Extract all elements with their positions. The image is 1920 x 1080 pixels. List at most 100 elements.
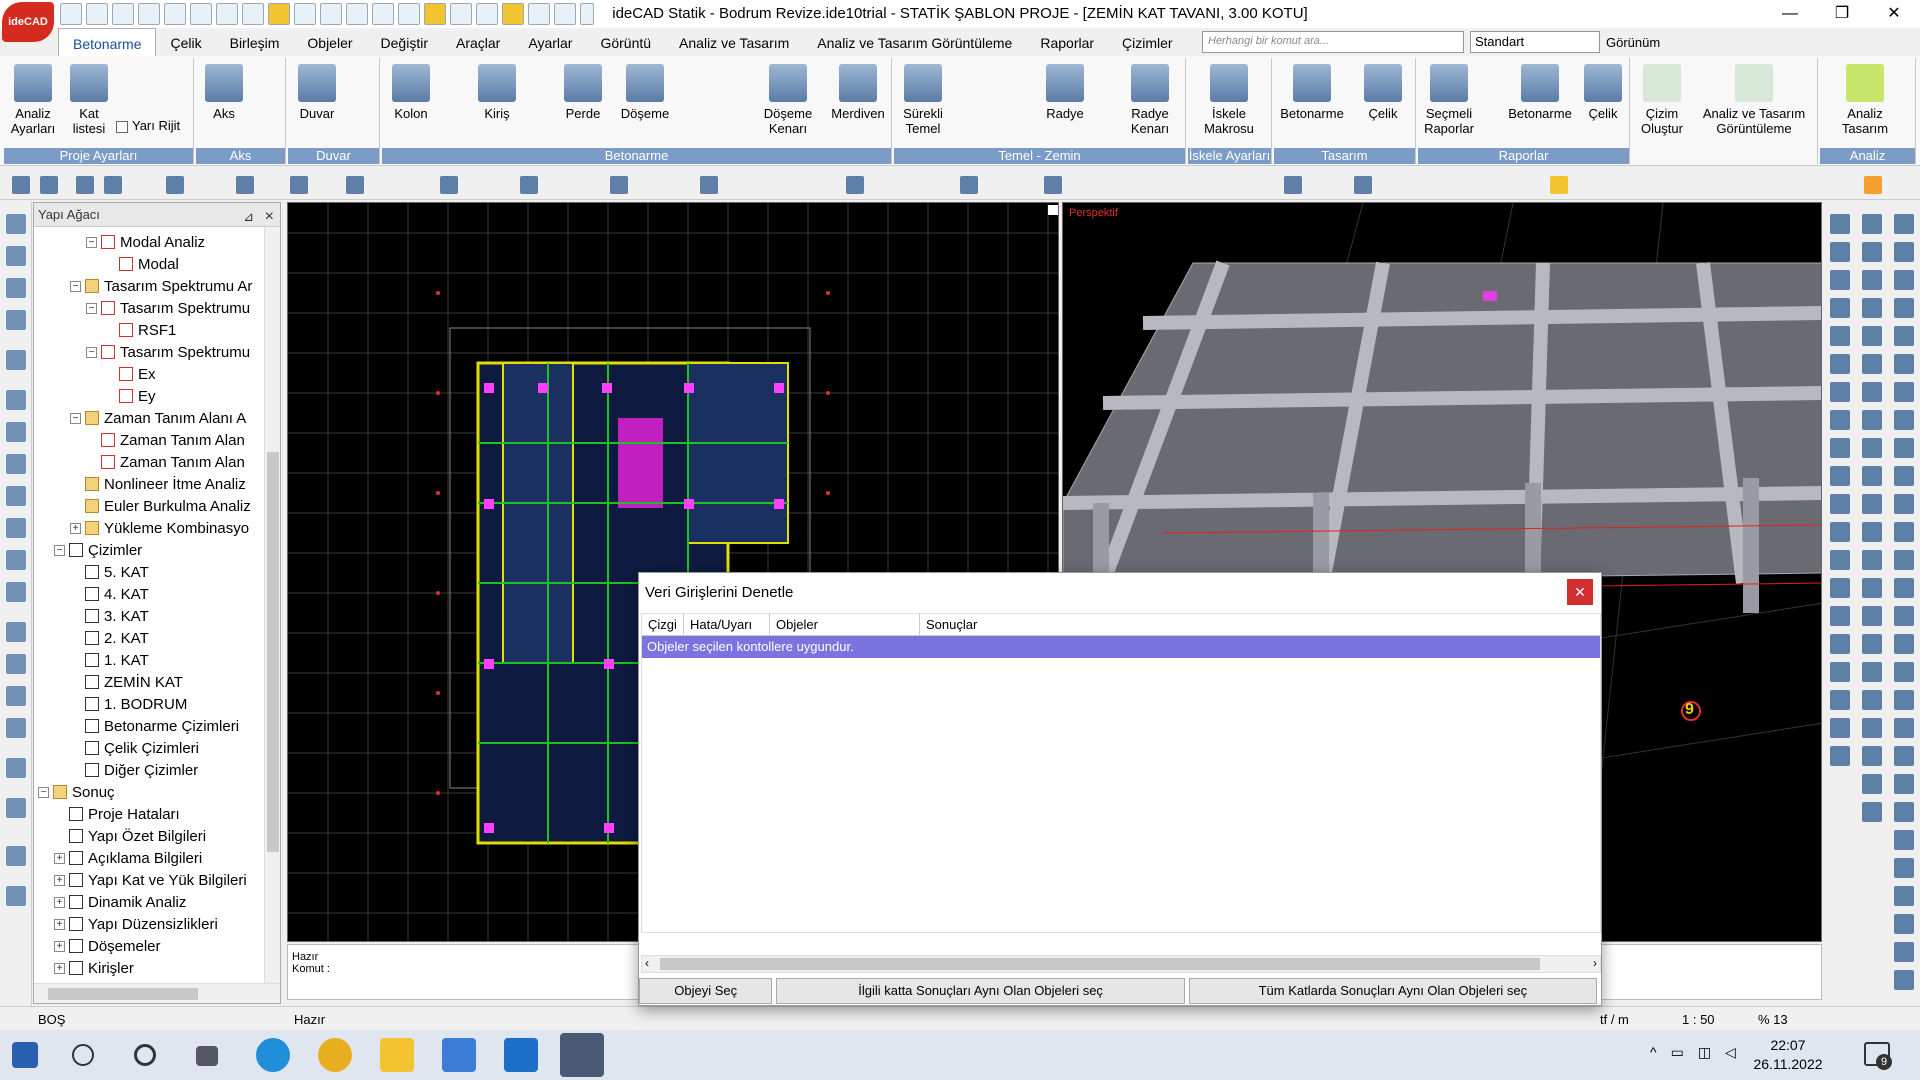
view-3d-icon[interactable] xyxy=(1354,176,1372,194)
expand-toggle-icon[interactable]: − xyxy=(86,302,97,314)
tool-icon[interactable] xyxy=(1862,354,1882,374)
tool-icon[interactable] xyxy=(1894,550,1914,570)
tool-icon[interactable] xyxy=(1830,354,1850,374)
tree-item[interactable]: Modal xyxy=(104,253,179,275)
merdiven-button[interactable]: Merdiven xyxy=(828,60,888,121)
perde-button[interactable]: Perde xyxy=(558,60,608,121)
tree-item[interactable]: RSF1 xyxy=(104,319,176,341)
section-icon[interactable] xyxy=(6,758,26,778)
tasarim-celik-button[interactable]: Çelik xyxy=(1358,60,1408,121)
text-icon[interactable] xyxy=(6,654,26,674)
tool-icon[interactable] xyxy=(1830,606,1850,626)
tool-icon[interactable] xyxy=(1862,466,1882,486)
expand-toggle-icon[interactable]: − xyxy=(86,346,97,358)
tool-icon[interactable] xyxy=(1862,326,1882,346)
layers-icon[interactable] xyxy=(6,246,26,266)
zoom-icon[interactable] xyxy=(12,176,30,194)
tree-item[interactable]: 4. KAT xyxy=(70,583,149,605)
tool-icon[interactable] xyxy=(1894,494,1914,514)
tree-item[interactable]: 5. KAT xyxy=(70,561,149,583)
tool-icon[interactable] xyxy=(1894,886,1914,906)
scroll-thumb[interactable] xyxy=(267,452,279,852)
tool-icon[interactable] xyxy=(1830,494,1850,514)
rotate-icon[interactable] xyxy=(290,176,308,194)
copy-icon[interactable] xyxy=(6,518,26,538)
tool-icon[interactable] xyxy=(1894,214,1914,234)
analiz-ayarlari-button[interactable]: Analiz Ayarları xyxy=(8,60,58,136)
view-menu[interactable]: Görünüm xyxy=(1606,35,1660,50)
store-icon[interactable] xyxy=(442,1038,476,1072)
hatch-icon[interactable] xyxy=(1044,176,1062,194)
tree-item[interactable]: 2. KAT xyxy=(70,627,149,649)
secmeli-raporlar-button[interactable]: Seçmeli Raporlar xyxy=(1420,60,1478,136)
tool-icon[interactable] xyxy=(1894,970,1914,990)
tool-icon[interactable] xyxy=(1862,662,1882,682)
tab-analiz-tasarim[interactable]: Analiz ve Tasarım xyxy=(665,28,803,56)
column-icon[interactable] xyxy=(6,390,26,410)
minimize-button[interactable]: — xyxy=(1764,0,1816,28)
expand-toggle-icon[interactable]: − xyxy=(70,280,81,292)
tool-icon[interactable] xyxy=(1862,494,1882,514)
battery-icon[interactable]: ▭ xyxy=(1671,1044,1684,1061)
tree-item[interactable]: + Yapı Düzensizlikleri xyxy=(54,913,218,935)
tool-icon[interactable] xyxy=(1830,466,1850,486)
tree-item[interactable]: Ey xyxy=(104,385,156,407)
move-icon[interactable] xyxy=(236,176,254,194)
tool-icon[interactable] xyxy=(1894,914,1914,934)
expand-toggle-icon[interactable]: + xyxy=(54,852,65,864)
tool-icon[interactable] xyxy=(1862,606,1882,626)
tool-icon[interactable] xyxy=(1862,578,1882,598)
status-unit[interactable]: tf / m xyxy=(1600,1012,1629,1027)
tool-icon[interactable] xyxy=(1862,382,1882,402)
light-icon[interactable] xyxy=(1550,176,1568,194)
tool-icon[interactable] xyxy=(1862,746,1882,766)
expand-toggle-icon[interactable]: − xyxy=(70,412,81,424)
tool-icon[interactable] xyxy=(1894,774,1914,794)
layer-icon[interactable] xyxy=(1284,176,1302,194)
dimension-icon[interactable] xyxy=(6,622,26,642)
tab-celik[interactable]: Çelik xyxy=(156,28,215,56)
select-all-floors-button[interactable]: Tüm Katlarda Sonuçları Aynı Olan Objeler… xyxy=(1188,978,1597,1004)
windows-start-icon[interactable] xyxy=(12,1042,38,1068)
tool-icon[interactable] xyxy=(1894,606,1914,626)
file-explorer-icon[interactable] xyxy=(380,1038,414,1072)
tool-icon[interactable] xyxy=(1830,242,1850,262)
tool-icon[interactable] xyxy=(1830,438,1850,458)
aks-button[interactable]: Aks xyxy=(204,60,244,121)
tree-item[interactable]: ZEMİN KAT xyxy=(70,671,183,693)
expand-toggle-icon[interactable]: + xyxy=(54,940,65,952)
expand-toggle-icon[interactable]: + xyxy=(54,918,65,930)
tree-item[interactable]: + Açıklama Bilgileri xyxy=(54,847,202,869)
tool-icon[interactable] xyxy=(1862,802,1882,822)
tool-icon[interactable] xyxy=(1894,746,1914,766)
select-object-button[interactable]: Objeyi Seç xyxy=(639,978,773,1004)
tree-item[interactable]: 1. KAT xyxy=(70,649,149,671)
tool-icon[interactable] xyxy=(1894,438,1914,458)
beam-icon[interactable] xyxy=(6,422,26,442)
tool-icon[interactable] xyxy=(1894,634,1914,654)
tool-icon[interactable] xyxy=(1894,466,1914,486)
duvar-button[interactable]: Duvar xyxy=(292,60,342,121)
tree-item[interactable]: + Kirişler xyxy=(54,957,134,979)
tab-ayarlar[interactable]: Ayarlar xyxy=(514,28,586,56)
tree-item[interactable]: − Tasarım Spektrumu xyxy=(86,341,250,363)
tool-icon[interactable] xyxy=(1830,662,1850,682)
tasarim-betonarme-button[interactable]: Betonarme xyxy=(1276,60,1348,121)
close-icon[interactable]: × xyxy=(265,205,274,229)
tree-item[interactable]: + Döşemeler xyxy=(54,935,161,957)
tree-item[interactable]: Zaman Tanım Alan xyxy=(86,429,245,451)
chevron-left-icon[interactable]: ‹ xyxy=(645,956,649,970)
iskele-makrosu-button[interactable]: İskele Makrosu xyxy=(1194,60,1264,136)
tool-icon[interactable] xyxy=(1894,326,1914,346)
analiz-goruntuleme-button[interactable]: Analiz ve Tasarım Görüntüleme xyxy=(1694,60,1814,136)
tool-icon[interactable] xyxy=(1894,382,1914,402)
kiris-button[interactable]: Kiriş xyxy=(472,60,522,121)
status-zoom[interactable]: % 13 xyxy=(1758,1012,1788,1027)
hatch-icon[interactable] xyxy=(6,686,26,706)
tree-item[interactable]: − Sonuç xyxy=(38,781,115,803)
col-hata-uyari[interactable]: Hata/Uyarı xyxy=(684,614,770,635)
expand-toggle-icon[interactable]: + xyxy=(54,896,65,908)
report-icon[interactable] xyxy=(6,798,26,818)
radye-button[interactable]: Radye xyxy=(1040,60,1090,121)
binoculars-icon[interactable] xyxy=(6,846,26,866)
